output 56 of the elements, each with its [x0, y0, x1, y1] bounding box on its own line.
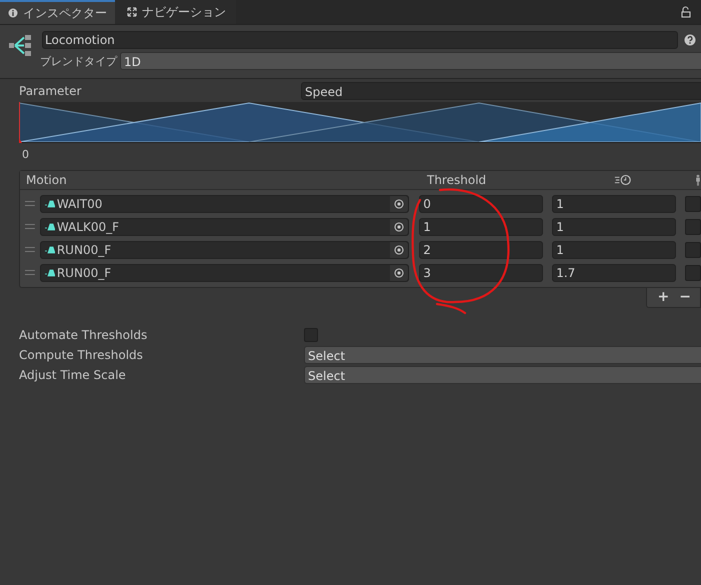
- clip-field[interactable]: RUN00_F: [40, 241, 410, 259]
- parameter-dropdown[interactable]: Speed: [301, 82, 701, 100]
- object-picker-button[interactable]: [390, 265, 408, 281]
- help-icon[interactable]: [684, 34, 696, 46]
- drag-handle[interactable]: [25, 224, 35, 230]
- blend-type-label: ブレンドタイプ: [40, 54, 118, 68]
- column-header: Motion: [26, 173, 67, 187]
- parameter-label: Parameter: [19, 84, 82, 98]
- time-scale-field[interactable]: 1: [552, 241, 676, 259]
- column-header: Threshold: [427, 173, 486, 187]
- drag-handle[interactable]: [25, 201, 35, 207]
- checkbox[interactable]: [304, 328, 318, 342]
- select-dropdown[interactable]: Select: [304, 346, 701, 364]
- threshold-field[interactable]: 3: [419, 264, 544, 282]
- object-picker-button[interactable]: [390, 196, 408, 212]
- info-icon: [8, 8, 18, 18]
- threshold-field[interactable]: 0: [419, 195, 544, 213]
- list-button[interactable]: −: [676, 289, 694, 305]
- drag-handle[interactable]: [25, 270, 35, 276]
- threshold-field[interactable]: 1: [419, 218, 544, 236]
- object-picker-button[interactable]: [390, 242, 408, 258]
- time-scale-field[interactable]: 1: [552, 195, 676, 213]
- setting-label: Adjust Time Scale: [19, 368, 127, 382]
- axis-label: 0: [22, 148, 30, 161]
- blend-type-dropdown[interactable]: 1D: [120, 52, 701, 70]
- mirror-checkbox[interactable]: [685, 196, 701, 212]
- mirror-checkbox[interactable]: [685, 242, 701, 258]
- list-button[interactable]: +: [654, 289, 672, 305]
- clip-field[interactable]: WALK00_F: [40, 218, 410, 236]
- speed-clock-icon: [614, 174, 632, 186]
- name-field[interactable]: Locomotion: [42, 31, 678, 49]
- clip-icon: [44, 246, 55, 254]
- panel-tab[interactable]: インスペクター: [0, 0, 115, 24]
- expand-arrows-icon: [127, 7, 137, 17]
- target-icon: [394, 268, 404, 278]
- clip-icon: [44, 269, 55, 277]
- mirror-checkbox[interactable]: [685, 219, 701, 235]
- lock-icon[interactable]: [681, 6, 691, 18]
- select-dropdown[interactable]: Select: [304, 366, 701, 384]
- time-scale-field[interactable]: 1.7: [552, 264, 676, 282]
- setting-label: Compute Thresholds: [19, 348, 144, 362]
- clip-icon: [44, 223, 55, 231]
- parameter-marker[interactable]: [19, 102, 22, 143]
- object-picker-button[interactable]: [390, 219, 408, 235]
- clip-field[interactable]: WAIT00: [40, 195, 410, 213]
- threshold-field[interactable]: 2: [419, 241, 544, 259]
- blend-tree-icon: [8, 34, 32, 58]
- clip-icon: [44, 200, 55, 208]
- mirror-checkbox[interactable]: [685, 265, 701, 281]
- setting-label: Automate Thresholds: [19, 328, 148, 342]
- target-icon: [394, 245, 404, 255]
- target-icon: [394, 199, 404, 209]
- drag-handle[interactable]: [25, 247, 35, 253]
- clip-field[interactable]: RUN00_F: [40, 264, 410, 282]
- target-icon: [394, 222, 404, 232]
- time-scale-field[interactable]: 1: [552, 218, 676, 236]
